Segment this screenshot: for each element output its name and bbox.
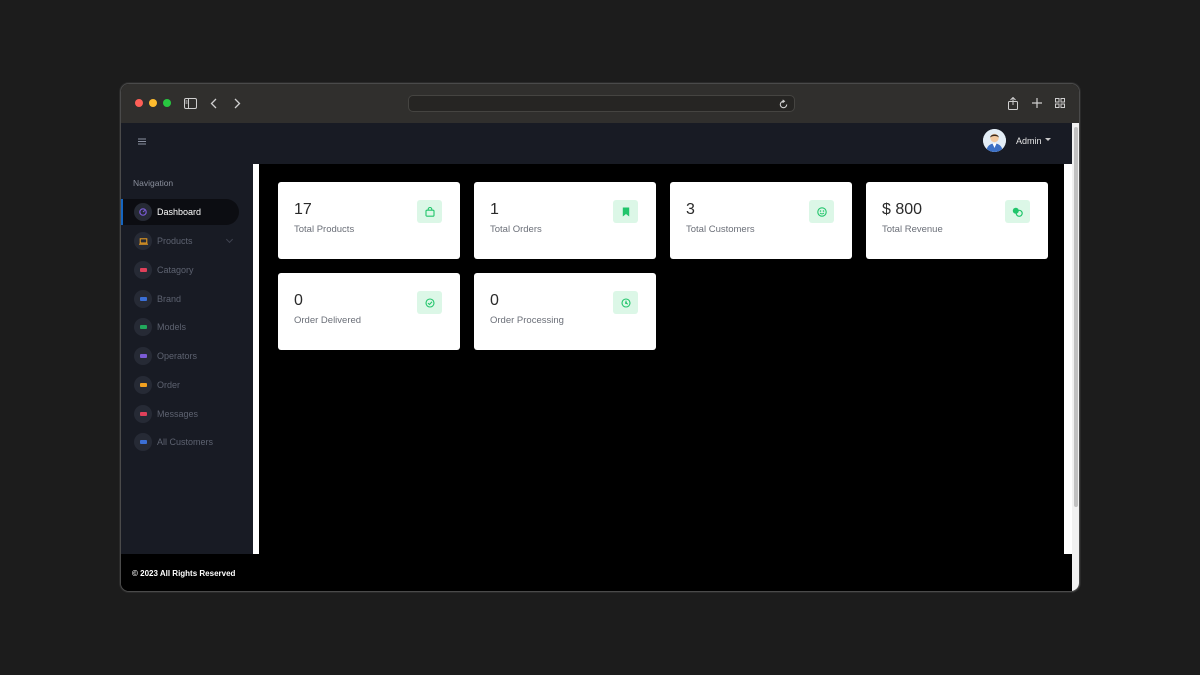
stat-value: 17 — [294, 201, 312, 218]
footer: © 2023 All Rights Reserved — [121, 554, 1072, 591]
hamburger-menu-icon[interactable] — [138, 137, 148, 147]
new-tab-icon[interactable] — [1031, 94, 1043, 112]
sidebar-item-label: Models — [157, 322, 187, 332]
stat-card-order-processing[interactable]: 0 Order Processing — [474, 273, 656, 350]
chevron-down-icon[interactable] — [1045, 138, 1051, 141]
sidebar-item-label: Products — [157, 236, 193, 246]
stat-card-total-customers[interactable]: 3 Total Customers — [670, 182, 852, 259]
processing-icon — [613, 291, 638, 314]
stat-label: Order Delivered — [294, 315, 362, 326]
zoom-window-button[interactable] — [163, 99, 171, 107]
bookmark-icon — [613, 200, 638, 223]
sidebar-toggle-icon[interactable] — [183, 94, 197, 112]
page-scrollbar[interactable] — [1072, 123, 1079, 591]
sidebar-item-label: Catagory — [157, 265, 194, 275]
browser-toolbar — [121, 84, 1079, 123]
stat-value: $ 800 — [882, 201, 923, 218]
sidebar-item-brand[interactable]: Brand — [121, 286, 239, 312]
top-navbar: Admin — [121, 123, 1072, 164]
sidebar-item-catagory[interactable]: Catagory — [121, 257, 239, 283]
sidebar-item-label: Order — [157, 380, 181, 390]
stat-value: 0 — [294, 292, 303, 309]
laptop-icon — [134, 232, 152, 250]
sidebar-item-dashboard[interactable]: Dashboard — [121, 199, 239, 225]
share-icon[interactable] — [1007, 94, 1019, 112]
sidebar-item-label: Brand — [157, 294, 182, 304]
check-circle-icon — [417, 291, 442, 314]
stat-card-total-orders[interactable]: 1 Total Orders — [474, 182, 656, 259]
back-icon[interactable] — [208, 94, 218, 112]
sidebar: Navigation Dashboard Products Catagory B… — [121, 164, 253, 554]
order-icon — [134, 376, 152, 394]
coins-icon — [1005, 200, 1030, 223]
address-bar[interactable] — [408, 95, 795, 112]
forward-icon[interactable] — [232, 94, 242, 112]
stat-label: Total Revenue — [882, 224, 943, 235]
minimize-window-button[interactable] — [149, 99, 157, 107]
stat-value: 0 — [490, 292, 499, 309]
sidebar-item-label: Operators — [157, 351, 198, 361]
sidebar-item-models[interactable]: Models — [121, 314, 239, 340]
reload-icon[interactable] — [778, 97, 790, 109]
sidebar-heading: Navigation — [133, 178, 174, 188]
smile-icon — [809, 200, 834, 223]
dashboard-icon — [134, 203, 152, 221]
avatar[interactable] — [983, 129, 1006, 152]
chevron-down-icon[interactable] — [225, 235, 234, 244]
stat-label: Total Products — [294, 224, 355, 235]
operators-icon — [134, 347, 152, 365]
stat-card-total-revenue[interactable]: $ 800 Total Revenue — [866, 182, 1048, 259]
close-window-button[interactable] — [135, 99, 143, 107]
sidebar-item-operators[interactable]: Operators — [121, 343, 239, 369]
brand-icon — [134, 290, 152, 308]
stat-card-order-delivered[interactable]: 0 Order Delivered — [278, 273, 460, 350]
sidebar-item-label: Messages — [157, 409, 199, 419]
stat-value: 3 — [686, 201, 695, 218]
stat-label: Total Orders — [490, 224, 542, 235]
models-icon — [134, 318, 152, 336]
stat-label: Order Processing — [490, 315, 564, 326]
sidebar-item-label: All Customers — [157, 437, 214, 447]
tab-overview-icon[interactable] — [1054, 94, 1066, 112]
messages-icon — [134, 405, 152, 423]
dashboard-content: 17 Total Products 1 Total Orders 3 Total… — [259, 164, 1064, 554]
sidebar-item-messages[interactable]: Messages — [121, 401, 239, 427]
stat-label: Total Customers — [686, 224, 755, 235]
customers-icon — [134, 433, 152, 451]
browser-window: Admin Navigation Dashboard Products Cata… — [120, 83, 1080, 592]
stat-card-total-products[interactable]: 17 Total Products — [278, 182, 460, 259]
content-edge — [1064, 164, 1072, 554]
sidebar-item-label: Dashboard — [157, 207, 202, 217]
sidebar-item-all-customers[interactable]: All Customers — [121, 429, 239, 455]
sidebar-item-order[interactable]: Order — [121, 372, 239, 398]
category-icon — [134, 261, 152, 279]
scrollbar-thumb[interactable] — [1074, 127, 1078, 507]
sidebar-item-products[interactable]: Products — [121, 228, 239, 254]
bag-icon — [417, 200, 442, 223]
copyright-text: © 2023 All Rights Reserved — [132, 569, 236, 578]
user-menu-label[interactable]: Admin — [1016, 136, 1042, 146]
admin-app: Admin Navigation Dashboard Products Cata… — [121, 123, 1072, 591]
stat-value: 1 — [490, 201, 499, 218]
